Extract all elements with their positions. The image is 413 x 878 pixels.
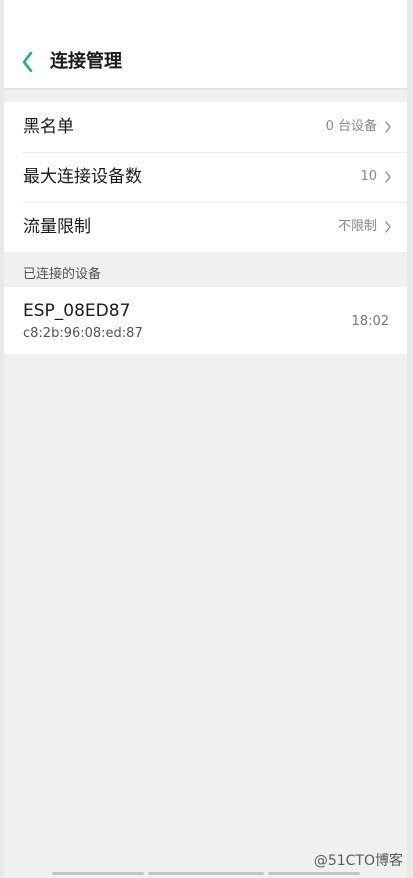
chevron-right-icon [383,169,393,185]
setting-row-data-limit[interactable]: 流量限制 不限制 [4,202,407,252]
settings-group: 黑名单 0 台设备 最大连接设备数 10 流量限制 不限制 [4,102,407,252]
chevron-right-icon [383,219,393,235]
setting-value-blacklist: 0 台设备 [325,119,377,134]
back-button[interactable] [18,48,44,76]
nav-bar-segment [52,872,144,875]
nav-bar-segment [148,872,264,875]
setting-value-max-devices: 10 [360,169,377,184]
setting-label-data-limit: 流量限制 [23,217,91,237]
section-header-connected-devices: 已连接的设备 [23,267,102,282]
setting-label-max-devices: 最大连接设备数 [23,167,142,187]
gesture-nav-bar [52,872,360,875]
app-bar: 连接管理 [4,0,407,88]
device-list-item[interactable]: ESP_08ED87 c8:2b:96:08:ed:87 18:02 [4,287,407,354]
page-title: 连接管理 [50,51,122,72]
device-mac-address: c8:2b:96:08:ed:87 [23,326,143,341]
device-name: ESP_08ED87 [23,301,131,321]
header-divider [4,88,407,90]
setting-row-max-devices[interactable]: 最大连接设备数 10 [4,152,407,202]
setting-row-blacklist[interactable]: 黑名单 0 台设备 [4,102,407,152]
setting-value-data-limit: 不限制 [337,219,377,234]
chevron-left-icon [22,51,33,73]
setting-label-blacklist: 黑名单 [23,117,74,137]
screen-edge-right [407,0,413,878]
device-connect-time: 18:02 [351,314,389,329]
chevron-right-icon [383,119,393,135]
nav-bar-segment [268,872,360,875]
watermark: @51CTO博客 [313,853,403,869]
